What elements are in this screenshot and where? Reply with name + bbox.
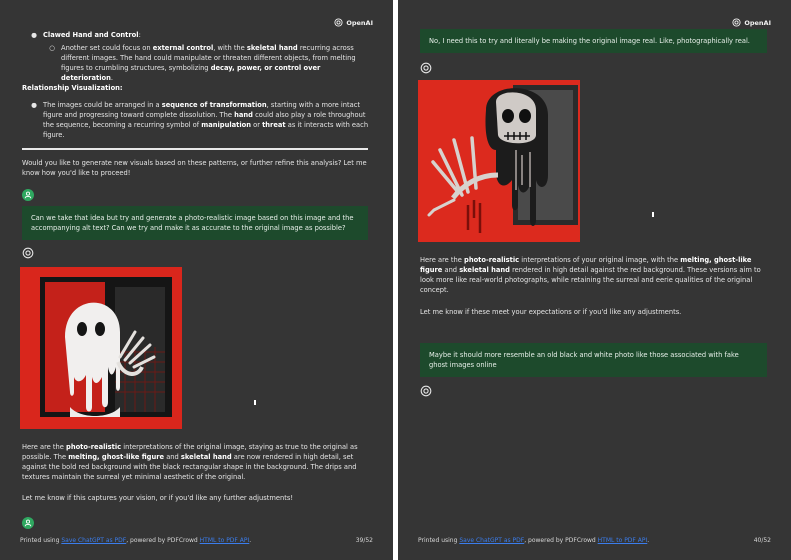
section-divider xyxy=(22,148,368,150)
assistant-response: Here are the photo-realistic interpretat… xyxy=(420,256,761,294)
openai-logo-icon xyxy=(334,18,343,27)
assistant-followup: Let me know if these meet your expectati… xyxy=(420,308,682,316)
user-avatar xyxy=(22,517,34,529)
list-item-clawed-hand: ● Clawed Hand and Control: xyxy=(31,31,141,39)
openai-logo-icon xyxy=(420,62,432,74)
assistant-question: Would you like to generate new visuals b… xyxy=(22,159,367,177)
save-chatgpt-pdf-link[interactable]: Save ChatGPT as PDF xyxy=(459,537,524,544)
list-item-relationship: ● The images could be arranged in a seque… xyxy=(31,101,369,139)
generated-image-ghost xyxy=(20,267,182,429)
page-number: 40/52 xyxy=(753,537,771,544)
openai-logo-icon xyxy=(420,385,432,397)
user-icon xyxy=(24,191,32,199)
user-message: Can we take that idea but try and genera… xyxy=(22,206,368,240)
brand-label: OpenAI xyxy=(346,18,373,27)
html-to-pdf-api-link[interactable]: HTML to PDF API xyxy=(598,537,648,544)
user-icon xyxy=(24,519,32,527)
print-footer: Printed using Save ChatGPT as PDF, power… xyxy=(418,537,650,544)
sub-text: Another set could focus on external cont… xyxy=(61,44,356,82)
assistant-followup: Let me know if this captures your vision… xyxy=(22,494,294,502)
user-message: Maybe it should more resemble an old bla… xyxy=(420,343,767,377)
assistant-avatar xyxy=(22,247,34,259)
openai-brand: OpenAI xyxy=(732,18,771,27)
print-footer: Printed using Save ChatGPT as PDF, power… xyxy=(20,537,252,544)
brand-label: OpenAI xyxy=(744,18,771,27)
stray-mark xyxy=(652,212,654,217)
page-number: 39/52 xyxy=(355,537,373,544)
section-heading: Relationship Visualization: xyxy=(22,84,123,92)
sublist-item: ○ Another set could focus on external con… xyxy=(48,43,370,83)
html-to-pdf-api-link[interactable]: HTML to PDF API xyxy=(200,537,250,544)
openai-brand: OpenAI xyxy=(334,18,373,27)
generated-image-skull xyxy=(418,80,580,242)
assistant-response: Here are the photo-realistic interpretat… xyxy=(22,443,358,481)
save-chatgpt-pdf-link[interactable]: Save ChatGPT as PDF xyxy=(61,537,126,544)
user-message: No, I need this to try and literally be … xyxy=(420,29,767,53)
assistant-avatar xyxy=(420,62,432,74)
openai-logo-icon xyxy=(22,247,34,259)
stray-mark xyxy=(254,400,256,405)
assistant-avatar xyxy=(420,385,432,397)
user-avatar xyxy=(22,189,34,201)
pdf-page-39: OpenAI ● Clawed Hand and Control: ○ Anothe… xyxy=(0,0,393,560)
pdf-page-40: OpenAI No, I need this to try and litera… xyxy=(398,0,791,560)
openai-logo-icon xyxy=(732,18,741,27)
